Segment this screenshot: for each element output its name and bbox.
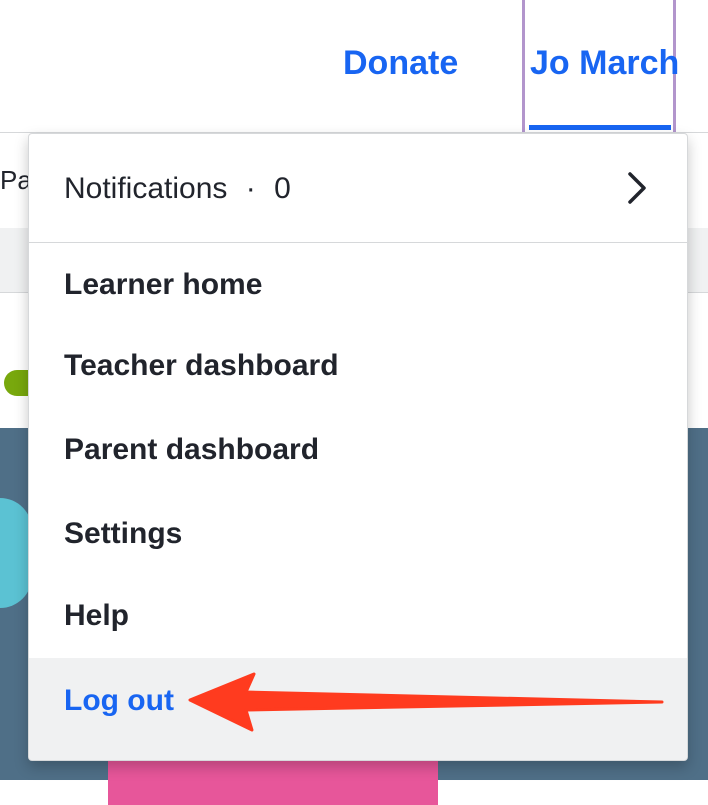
notifications-label: Notifications · 0 [64,172,291,206]
notifications-text: Notifications [64,172,228,205]
menu-item-teacher-dashboard[interactable]: Teacher dashboard [64,349,339,383]
menu-item-learner-home[interactable]: Learner home [64,268,262,302]
log-out-label: Log out [64,684,174,717]
menu-item-parent-dashboard[interactable]: Parent dashboard [64,433,319,467]
notifications-menu-item[interactable]: Notifications · 0 [29,134,687,243]
notifications-count: 0 [274,172,291,205]
menu-item-help[interactable]: Help [64,599,129,633]
donate-link[interactable]: Donate [343,44,458,83]
user-menu-button[interactable]: Jo March [522,0,680,132]
top-header: Donate Jo March [0,0,708,133]
active-underline [529,125,671,130]
menu-item-log-out[interactable]: Log out [29,658,687,760]
notifications-separator: · [245,172,256,205]
user-name-label: Jo March [530,44,680,82]
chevron-right-icon [628,172,646,204]
user-dropdown-menu: Notifications · 0 Learner home Teacher d… [28,133,688,761]
menu-item-settings[interactable]: Settings [64,517,182,551]
